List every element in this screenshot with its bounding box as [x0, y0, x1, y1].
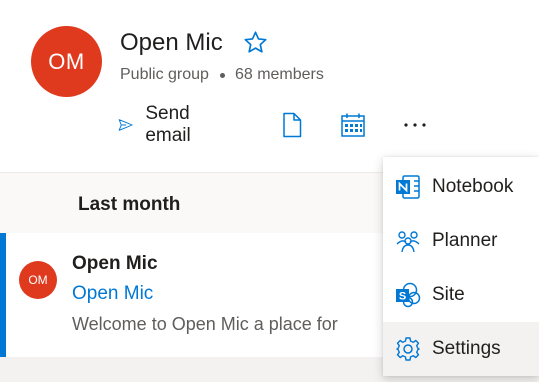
- group-privacy: Public group: [120, 66, 209, 83]
- onenote-icon: [396, 175, 420, 199]
- menu-item-site[interactable]: S Site: [383, 268, 539, 322]
- group-meta: Public group 68 members: [120, 66, 324, 84]
- sender-avatar: OM: [19, 261, 57, 299]
- send-email-button[interactable]: Send email: [118, 103, 201, 146]
- sharepoint-icon: S: [396, 282, 421, 308]
- svg-text:S: S: [399, 291, 406, 303]
- conversation-sender: Open Mic: [72, 253, 158, 274]
- sender-avatar-initials: OM: [28, 273, 48, 287]
- group-header: OM Open Mic Public group 68 members Send…: [0, 0, 539, 172]
- conversation-subject[interactable]: Open Mic: [72, 283, 153, 305]
- calendar-icon: [341, 113, 365, 137]
- document-icon: [283, 112, 302, 138]
- group-avatar-initials: OM: [48, 48, 85, 74]
- send-email-label: Send email: [145, 103, 191, 146]
- group-member-count[interactable]: 68 members: [235, 66, 324, 84]
- selected-indicator: [0, 233, 6, 357]
- menu-item-label: Settings: [432, 338, 501, 359]
- menu-item-settings[interactable]: Settings: [383, 322, 539, 376]
- group-avatar[interactable]: OM: [31, 26, 102, 97]
- star-icon[interactable]: [243, 30, 268, 55]
- send-icon: [118, 119, 133, 131]
- menu-item-notebook[interactable]: Notebook: [383, 160, 539, 214]
- more-icon: [404, 123, 426, 127]
- menu-item-label: Site: [432, 284, 465, 305]
- menu-item-planner[interactable]: Planner: [383, 214, 539, 268]
- conversation-preview: Welcome to Open Mic a place for: [72, 314, 338, 334]
- month-label: Last month: [78, 194, 181, 215]
- planner-icon: [396, 231, 420, 253]
- more-options-menu: Notebook Planner S Site Settings: [383, 157, 539, 376]
- calendar-button[interactable]: [340, 110, 366, 140]
- group-name: Open Mic: [120, 29, 223, 56]
- files-button[interactable]: [281, 110, 303, 140]
- separator-dot: [219, 72, 225, 78]
- gear-icon: [396, 337, 420, 361]
- menu-item-label: Planner: [432, 230, 498, 251]
- more-options-button[interactable]: [402, 110, 428, 140]
- menu-item-label: Notebook: [432, 176, 514, 197]
